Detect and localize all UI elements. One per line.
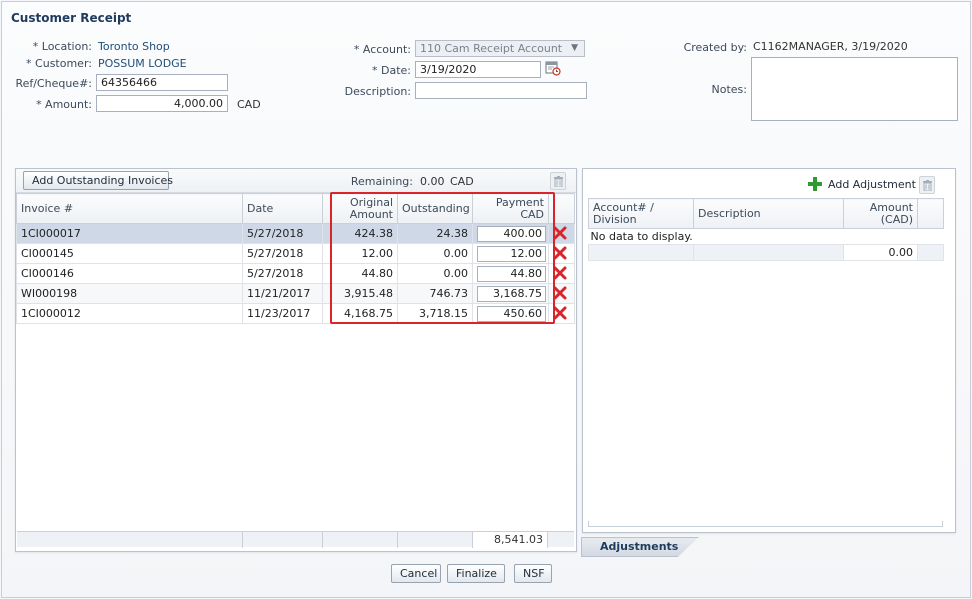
description-label: Description:: [344, 85, 411, 98]
account-label: * Account:: [353, 43, 411, 56]
invoice-number: CI000145: [16, 243, 243, 264]
column-header-amount[interactable]: Amount (CAD): [843, 198, 918, 229]
add-icon[interactable]: [808, 177, 822, 191]
notes-label: Notes:: [711, 83, 747, 96]
column-header-description[interactable]: Description: [693, 198, 844, 229]
invoice-number: 1CI000012: [16, 303, 243, 324]
add-adjustment-button[interactable]: Add Adjustment: [828, 178, 916, 191]
trash-icon: [554, 176, 563, 187]
delete-row-icon[interactable]: [553, 246, 567, 260]
invoice-date: 11/23/2017: [242, 303, 323, 324]
delete-row-icon[interactable]: [553, 226, 567, 240]
remaining-currency: CAD: [450, 175, 474, 188]
calendar-icon[interactable]: [545, 60, 561, 76]
ref-cheque-input[interactable]: 64356466: [96, 74, 228, 91]
delete-row-icon[interactable]: [553, 266, 567, 280]
remaining-value: 0.00: [420, 175, 445, 188]
empty-message: No data to display.: [590, 230, 693, 243]
date-input[interactable]: 3/19/2020: [415, 61, 541, 78]
invoice-date: 5/27/2018: [242, 243, 323, 264]
remaining-label: Remaining:: [350, 175, 413, 188]
chevron-down-icon: ▼: [571, 43, 578, 53]
amount-currency: CAD: [237, 98, 261, 111]
amount-label: * Amount:: [36, 98, 92, 111]
account-select-value: 110 Cam Receipt Account: [420, 42, 563, 55]
invoices-total-row: 8,541.03: [17, 531, 574, 548]
column-header-invoice[interactable]: Invoice #: [16, 193, 243, 224]
highlight-box: [330, 192, 555, 324]
location-value: Toronto Shop: [98, 40, 170, 53]
adjustments-total: 0.00: [843, 244, 918, 261]
finalize-button[interactable]: Finalize: [447, 564, 505, 583]
ref-cheque-label: Ref/Cheque#:: [15, 77, 92, 90]
trash-icon: [923, 180, 932, 191]
delete-invoice-button[interactable]: [550, 172, 566, 190]
invoice-date: 5/27/2018: [242, 223, 323, 244]
description-input[interactable]: [415, 82, 587, 99]
customer-value: POSSUM LODGE: [98, 57, 187, 70]
add-outstanding-invoices-button[interactable]: Add Outstanding Invoices: [23, 171, 173, 190]
invoice-date: 11/21/2017: [242, 283, 323, 304]
created-by-label: Created by:: [683, 41, 747, 54]
customer-label: * Customer:: [26, 57, 92, 70]
invoice-number: WI000198: [16, 283, 243, 304]
nsf-button[interactable]: NSF: [514, 564, 552, 583]
account-select[interactable]: 110 Cam Receipt Account ▼: [415, 40, 585, 57]
delete-adjustment-button[interactable]: [919, 176, 935, 194]
date-label: * Date:: [372, 64, 411, 77]
amount-input[interactable]: 4,000.00: [96, 95, 228, 112]
column-header-date[interactable]: Date: [242, 193, 323, 224]
page-title: Customer Receipt: [11, 11, 132, 25]
cancel-button[interactable]: Cancel: [391, 564, 441, 583]
invoice-number: 1CI000017: [16, 223, 243, 244]
total-payment: 8,541.03: [473, 532, 548, 548]
invoice-number: CI000146: [16, 263, 243, 284]
adjustments-table: Account# / Division Description Amount (…: [588, 198, 944, 261]
delete-row-icon[interactable]: [553, 306, 567, 320]
column-header-account-division[interactable]: Account# / Division: [588, 198, 694, 229]
delete-row-icon[interactable]: [553, 286, 567, 300]
created-by-value: C1162MANAGER, 3/19/2020: [753, 40, 908, 53]
location-label: * Location:: [32, 40, 92, 53]
notes-textarea[interactable]: [751, 57, 958, 121]
invoice-date: 5/27/2018: [242, 263, 323, 284]
